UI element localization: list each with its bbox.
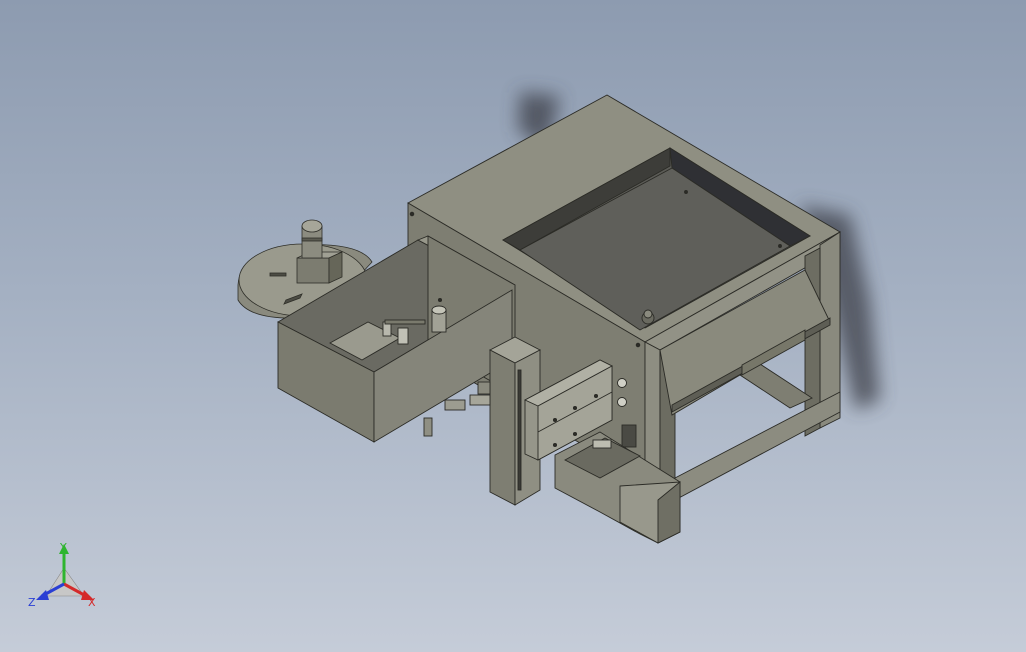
z-axis-label: Z [28, 596, 36, 609]
cad-model-assembly[interactable] [0, 0, 1026, 652]
z-axis-arrow-head [36, 590, 49, 600]
y-axis-label: Y [59, 541, 67, 554]
x-axis-label: X [88, 596, 96, 609]
graphics-viewport[interactable]: Y X Z [0, 0, 1026, 652]
view-orientation-triad[interactable]: Y X Z [24, 538, 108, 618]
